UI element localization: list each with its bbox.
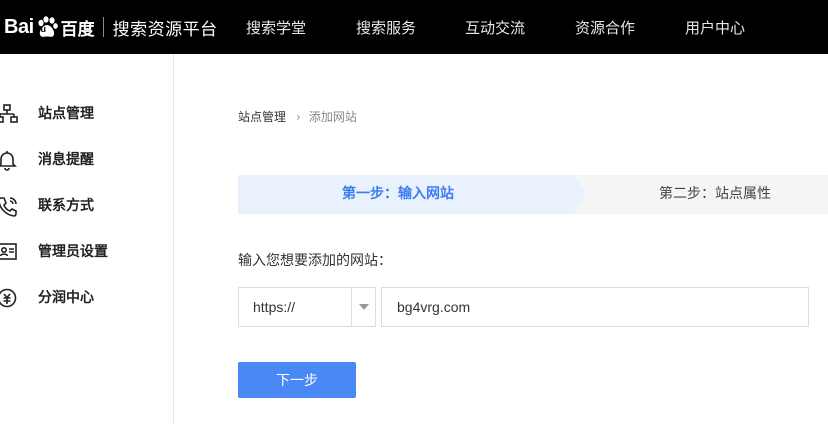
nav-resource-cooperation[interactable]: 资源合作 [575, 17, 635, 38]
nav-search-academy[interactable]: 搜索学堂 [246, 17, 306, 38]
website-url-input[interactable] [381, 287, 809, 327]
step-2-label: 第二步：站点属性 [659, 186, 771, 202]
nav-user-center[interactable]: 用户中心 [685, 17, 745, 38]
top-nav: 搜索学堂 搜索服务 互动交流 资源合作 用户中心 [0, 0, 828, 54]
breadcrumb: 站点管理 › 添加网站 [238, 108, 357, 125]
sidebar: 站点管理 消息提醒 联系方式 管理员设置 分润中心 [0, 54, 174, 424]
step-1-active: 第一步：输入网站 [238, 175, 574, 214]
breadcrumb-root[interactable]: 站点管理 [238, 108, 286, 125]
sidebar-item-label: 消息提醒 [38, 152, 94, 168]
sidebar-item-notifications[interactable]: 消息提醒 [0, 145, 173, 173]
breadcrumb-current: 添加网站 [308, 110, 357, 124]
revenue-icon [0, 288, 17, 308]
sidebar-item-revenue-center[interactable]: 分润中心 [0, 283, 173, 311]
nav-search-services[interactable]: 搜索服务 [356, 17, 416, 38]
chevron-right-icon: › [296, 109, 301, 124]
sidebar-item-label: 管理员设置 [38, 244, 108, 260]
next-step-button[interactable]: 下一步 [238, 362, 356, 398]
website-prompt: 输入您想要添加的网站： [238, 253, 392, 269]
sidebar-item-contact[interactable]: 联系方式 [0, 191, 173, 219]
protocol-select[interactable]: https:// [238, 287, 376, 327]
step-indicator: 第一步：输入网站 第二步：站点属性 [238, 175, 828, 214]
caret-down-icon[interactable] [359, 304, 369, 310]
step-1-label: 第一步：输入网站 [342, 186, 454, 202]
admin-id-icon [0, 243, 17, 260]
sidebar-item-site-management[interactable]: 站点管理 [0, 99, 173, 127]
step-arrow [574, 175, 586, 213]
sidebar-item-label: 站点管理 [38, 106, 94, 122]
sidebar-item-label: 联系方式 [38, 198, 94, 214]
bell-icon [0, 151, 17, 171]
select-divider [351, 288, 352, 326]
protocol-value: https:// [253, 299, 296, 315]
phone-icon [0, 197, 17, 217]
top-navbar: Bai du 百度 搜索资源平台 搜索学堂 搜索服务 互动交流 资源合作 用户中… [0, 0, 828, 54]
nav-interaction[interactable]: 互动交流 [465, 17, 525, 38]
sitemap-icon [0, 104, 18, 123]
step-2: 第二步：站点属性 [586, 175, 828, 214]
sidebar-item-admin-settings[interactable]: 管理员设置 [0, 237, 173, 265]
sidebar-item-label: 分润中心 [38, 290, 94, 306]
